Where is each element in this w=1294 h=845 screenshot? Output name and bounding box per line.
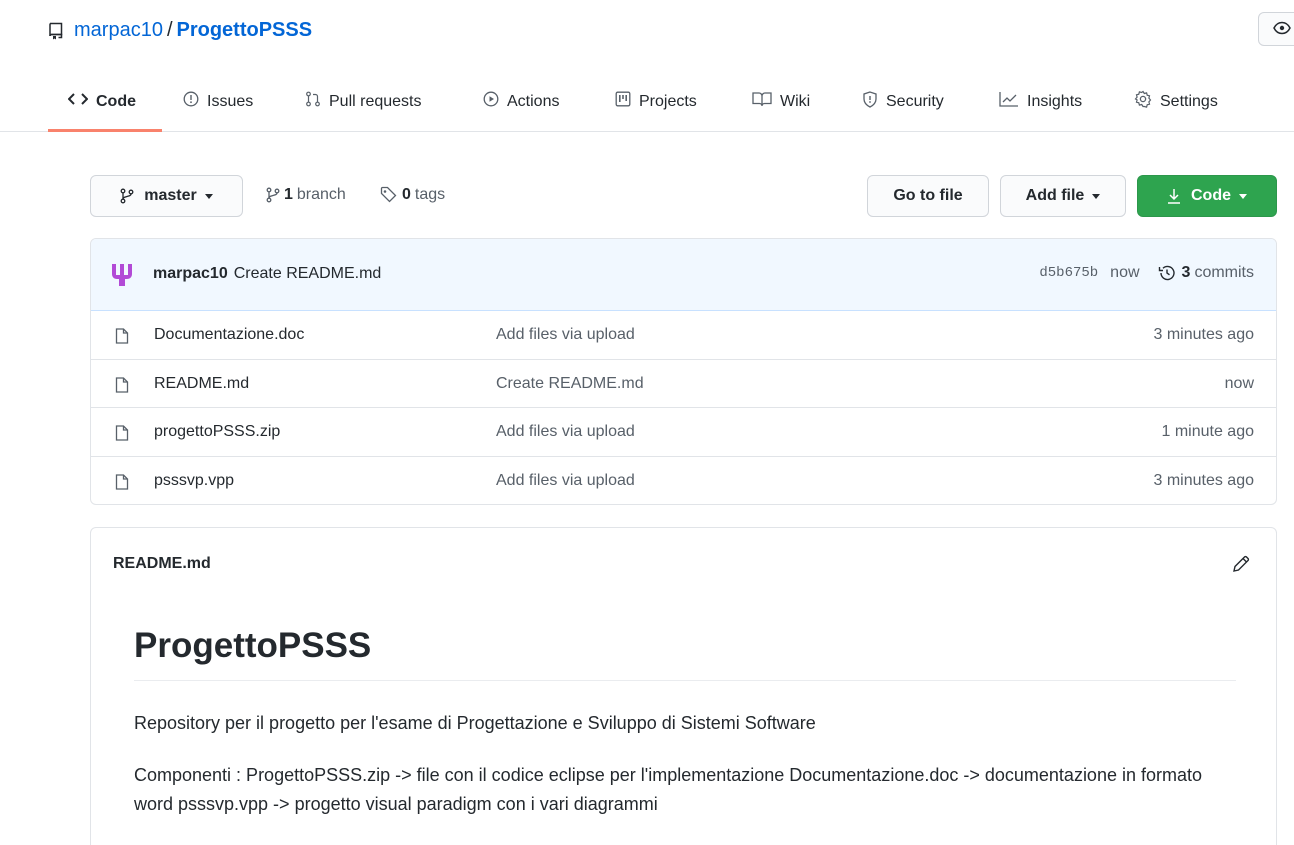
tab-label: Settings xyxy=(1160,92,1218,110)
commit-time: now xyxy=(1110,264,1140,281)
repo-nav-tabs: Code Issues Pull requests Actions Projec… xyxy=(0,72,1294,132)
commits-link[interactable]: 3 commits xyxy=(1158,264,1254,282)
file-icon xyxy=(115,376,129,398)
file-icon xyxy=(115,328,129,349)
chevron-down-icon xyxy=(1239,193,1247,199)
tab-label: Insights xyxy=(1027,92,1083,110)
tab-label: Code xyxy=(96,92,136,110)
chevron-down-icon xyxy=(1092,193,1101,199)
file-icon xyxy=(115,473,129,495)
code-button-label: Code xyxy=(1191,187,1231,204)
tab-label: Security xyxy=(886,92,944,110)
repo-separator: / xyxy=(166,18,173,41)
add-file-button[interactable]: Add file xyxy=(1000,175,1126,217)
go-to-file-label: Go to file xyxy=(893,187,963,204)
latest-commit-bar: marpac10 Create README.md d5b675b now 3 c… xyxy=(91,239,1276,311)
file-age: 1 minute ago xyxy=(1161,423,1254,440)
file-icon xyxy=(115,425,129,446)
commit-meta: d5b675b now 3 commits xyxy=(1039,264,1254,282)
tab-projects[interactable]: Projects xyxy=(613,72,699,131)
selected-tab-underline xyxy=(48,129,162,132)
branches-label: branch xyxy=(296,186,346,203)
repo-icon xyxy=(48,22,64,40)
commits-label: commits xyxy=(1194,264,1254,281)
file-name-link[interactable]: Documentazione.doc xyxy=(154,326,304,344)
file-commit-message[interactable]: Create README.md xyxy=(496,375,644,393)
avatar[interactable] xyxy=(109,263,135,290)
branch-name: master xyxy=(144,187,197,204)
readme-paragraph: Componenti : ProgettoPSSS.zip -> file co… xyxy=(134,765,1203,814)
tab-code[interactable]: Code xyxy=(66,72,138,131)
watch-button[interactable] xyxy=(1258,12,1294,46)
tag-icon xyxy=(380,186,398,204)
tags-link[interactable]: 0 tags xyxy=(380,182,445,208)
commit-message: marpac10 Create README.md xyxy=(153,265,381,283)
shield-icon xyxy=(862,90,886,113)
file-row: progettoPSSS.zip Add files via upload 1 … xyxy=(91,408,1276,457)
download-icon xyxy=(1167,188,1181,204)
code-icon xyxy=(67,92,96,111)
go-to-file-button[interactable]: Go to file xyxy=(867,175,989,217)
commits-count: 3 xyxy=(1181,264,1191,281)
file-row: psssvp.vpp Add files via upload 3 minute… xyxy=(91,457,1276,505)
tab-label: Pull requests xyxy=(329,92,422,110)
branches-link[interactable]: 1 branch xyxy=(266,182,346,208)
file-age: 3 minutes ago xyxy=(1153,471,1254,489)
history-icon xyxy=(1158,264,1176,282)
readme-filename[interactable]: README.md xyxy=(113,555,211,573)
code-download-button[interactable]: Code xyxy=(1137,175,1277,217)
gear-icon xyxy=(1134,90,1160,113)
repo-name-link[interactable]: ProgettoPSSS xyxy=(177,19,313,42)
commit-author[interactable]: marpac10 xyxy=(153,265,228,282)
repo-owner-link[interactable]: marpac10 xyxy=(74,19,163,42)
eye-icon xyxy=(1273,21,1291,38)
graph-icon xyxy=(999,91,1027,112)
branch-select-button[interactable]: master xyxy=(90,175,243,217)
tab-label: Issues xyxy=(207,92,254,110)
branches-count: 1 xyxy=(284,186,293,203)
tab-insights[interactable]: Insights xyxy=(997,72,1084,131)
tab-settings[interactable]: Settings xyxy=(1132,72,1220,131)
tab-label: Projects xyxy=(639,92,697,110)
file-age: 3 minutes ago xyxy=(1153,326,1254,343)
file-name-link[interactable]: README.md xyxy=(154,375,249,393)
play-icon xyxy=(483,91,507,112)
book-icon xyxy=(752,91,780,112)
issue-icon xyxy=(183,91,207,112)
branch-icon xyxy=(266,187,280,203)
tab-security[interactable]: Security xyxy=(860,72,946,131)
commit-sha[interactable]: d5b675b xyxy=(1039,265,1098,281)
commit-text[interactable]: Create README.md xyxy=(234,265,382,282)
tab-label: Actions xyxy=(507,92,560,110)
readme-panel: README.md ProgettoPSSS Repository per il… xyxy=(90,527,1277,845)
file-row: README.md Create README.md now xyxy=(91,360,1276,408)
file-name-link[interactable]: progettoPSSS.zip xyxy=(154,423,280,441)
add-file-label: Add file xyxy=(1025,187,1085,204)
tab-label: Wiki xyxy=(780,92,811,110)
file-browser: marpac10 Create README.md d5b675b now 3 c… xyxy=(90,238,1277,505)
tab-actions[interactable]: Actions xyxy=(481,72,561,131)
file-commit-message[interactable]: Add files via upload xyxy=(496,326,635,344)
branch-icon xyxy=(120,188,134,204)
tags-count: 0 xyxy=(402,186,411,203)
tab-issues[interactable]: Issues xyxy=(181,72,255,131)
pencil-icon[interactable] xyxy=(1232,555,1250,576)
file-age: now xyxy=(1224,374,1254,392)
repo-header: marpac10 / ProgettoPSSS xyxy=(48,14,312,46)
file-name-link[interactable]: psssvp.vpp xyxy=(154,472,234,490)
file-row: Documentazione.doc Add files via upload … xyxy=(91,311,1276,360)
readme-title: ProgettoPSSS xyxy=(134,626,1236,681)
file-commit-message[interactable]: Add files via upload xyxy=(496,423,635,441)
file-commit-message[interactable]: Add files via upload xyxy=(496,472,635,490)
tags-label: tags xyxy=(414,186,446,203)
tab-wiki[interactable]: Wiki xyxy=(750,72,812,131)
readme-paragraph: Repository per il progetto per l'esame d… xyxy=(134,713,816,733)
tab-pull-requests[interactable]: Pull requests xyxy=(303,72,424,131)
chevron-down-icon xyxy=(204,193,213,199)
project-icon xyxy=(615,91,639,112)
pull-request-icon xyxy=(305,91,329,112)
